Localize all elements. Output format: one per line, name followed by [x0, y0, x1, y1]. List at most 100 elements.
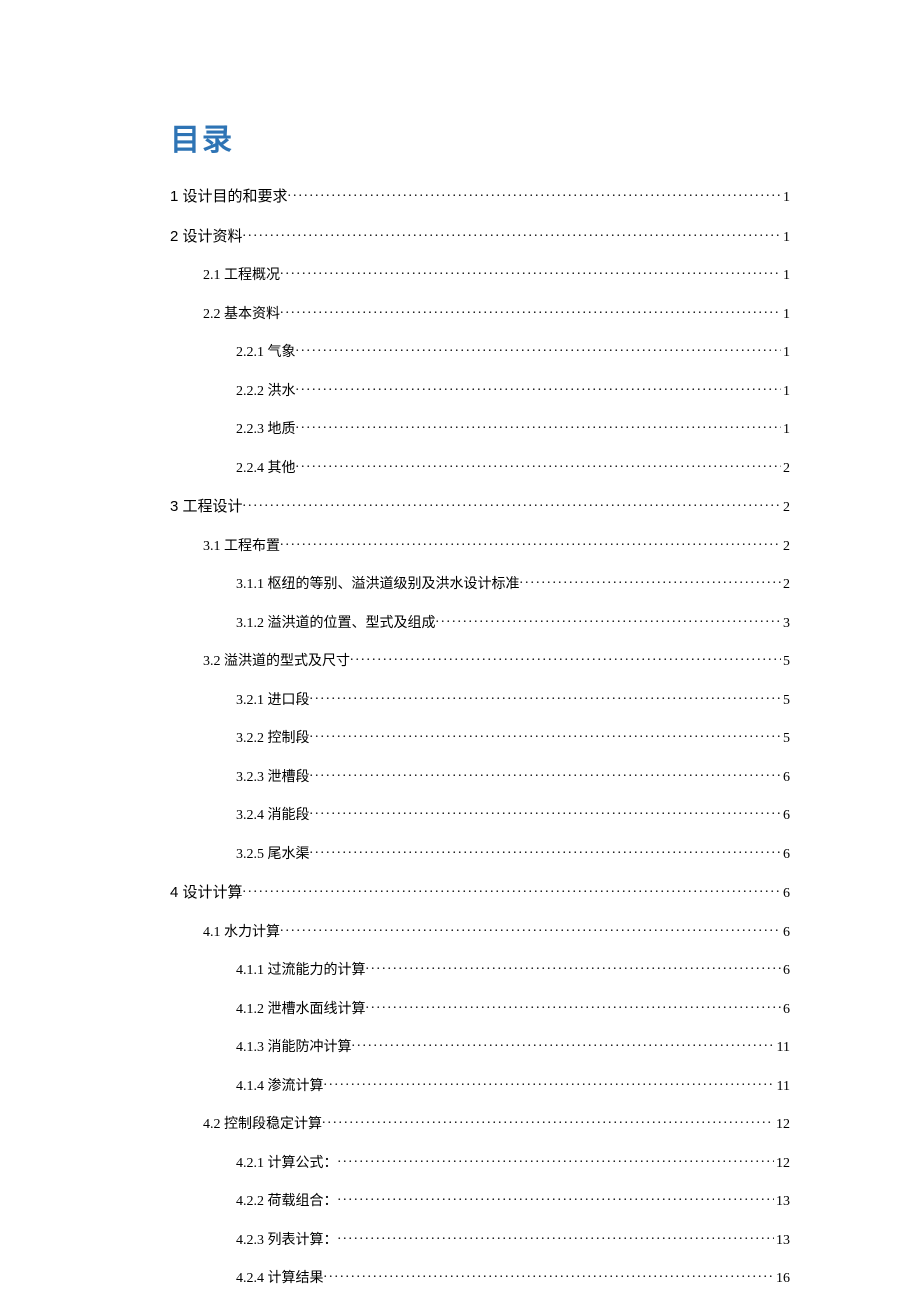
toc-leader-dots: [352, 1036, 775, 1051]
toc-entry-page: 5: [781, 693, 790, 709]
toc-entry-label: 4.2.4 计算结果: [236, 1267, 324, 1287]
toc-entry-label: 3.2.5 尾水渠: [236, 843, 310, 863]
toc-entry-page: 13: [774, 1194, 790, 1210]
toc-entry[interactable]: 4.1 水力计算 6: [170, 921, 790, 941]
toc-leader-dots: [310, 689, 782, 704]
toc-entry[interactable]: 3.1 工程布置 2: [170, 535, 790, 555]
toc-entry-label: 4.2.3 列表计算：: [236, 1229, 338, 1249]
toc-entry-page: 2: [781, 500, 790, 516]
toc-entry-page: 2: [781, 577, 790, 593]
toc-entry[interactable]: 3.1.1 枢纽的等别、溢洪道级别及洪水设计标准 2: [170, 573, 790, 593]
toc-entry-page: 6: [781, 963, 790, 979]
toc-entry[interactable]: 3.2.5 尾水渠 6: [170, 843, 790, 863]
toc-leader-dots: [520, 573, 782, 588]
toc-entry-label: 3.2.4 消能段: [236, 804, 310, 824]
toc-leader-dots: [296, 380, 782, 395]
toc-leader-dots: [243, 882, 781, 897]
toc-entry-label: 2.2.3 地质: [236, 418, 296, 438]
toc-entry-label: 4.1 水力计算: [203, 921, 280, 941]
toc-leader-dots: [310, 766, 782, 781]
toc-leader-dots: [243, 226, 781, 241]
toc-entry[interactable]: 2.2 基本资料1: [170, 303, 790, 323]
toc-leader-dots: [324, 1267, 775, 1282]
toc-entry-label: 4.2.2 荷载组合：: [236, 1190, 338, 1210]
toc-entry-label: 4.1.1 过流能力的计算: [236, 959, 366, 979]
toc-entry-page: 2: [781, 539, 790, 555]
toc-entry[interactable]: 4.2 控制段稳定计算 12: [170, 1113, 790, 1133]
toc-entry-label: 4.1.2 泄槽水面线计算: [236, 998, 366, 1018]
toc-entry-page: 3: [781, 616, 790, 632]
toc-entry-label: 2.2.1 气象: [236, 341, 296, 361]
toc-entry[interactable]: 4.1.3 消能防冲计算 11: [170, 1036, 790, 1056]
toc-entry[interactable]: 3 工程设计 2: [170, 495, 790, 516]
toc-entry-page: 6: [781, 847, 790, 863]
toc-entry[interactable]: 4.1.4 渗流计算 11: [170, 1075, 790, 1095]
toc-entry-label: 3.2 溢洪道的型式及尺寸: [203, 650, 350, 670]
toc-leader-dots: [296, 341, 782, 356]
toc-entry-page: 11: [775, 1040, 790, 1056]
toc-entry-label: 2.2.4 其他: [236, 457, 296, 477]
toc-entry-page: 13: [774, 1233, 790, 1249]
toc-entry[interactable]: 2.2.4 其他2: [170, 457, 790, 477]
toc-entry-label: 3.2.1 进口段: [236, 689, 310, 709]
toc-leader-dots: [338, 1229, 775, 1244]
toc-entry[interactable]: 4.2.2 荷载组合： 13: [170, 1190, 790, 1210]
toc-entry-label: 4.2.1 计算公式：: [236, 1152, 338, 1172]
toc-leader-dots: [338, 1152, 775, 1167]
toc-entry-label: 3.1.2 溢洪道的位置、型式及组成: [236, 612, 436, 632]
toc-entry-page: 1: [781, 345, 790, 361]
toc-leader-dots: [436, 612, 782, 627]
toc-entry-label: 3.1.1 枢纽的等别、溢洪道级别及洪水设计标准: [236, 573, 520, 593]
toc-heading: 目录: [170, 115, 790, 159]
toc-leader-dots: [310, 727, 782, 742]
toc-entry-label: 3.2.2 控制段: [236, 727, 310, 747]
toc-entry-label: 4.2 控制段稳定计算: [203, 1113, 322, 1133]
toc-entry-label: 1 设计目的和要求: [170, 185, 288, 206]
toc-entry[interactable]: 4.2.3 列表计算： 13: [170, 1229, 790, 1249]
toc-entry[interactable]: 3.2.2 控制段 5: [170, 727, 790, 747]
toc-entry-page: 1: [781, 230, 790, 246]
toc-entry[interactable]: 2.2.2 洪水1: [170, 380, 790, 400]
toc-entry[interactable]: 2.2.1 气象 1: [170, 341, 790, 361]
toc-leader-dots: [366, 998, 782, 1013]
toc-leader-dots: [338, 1190, 775, 1205]
toc-entry[interactable]: 3.2.3 泄槽段6: [170, 766, 790, 786]
document-page: 目录 1 设计目的和要求 1 2 设计资料 1 2.1 工程概况1 2.2 基本资料1 2…: [0, 0, 920, 1302]
toc-entry-page: 12: [774, 1117, 790, 1133]
toc-entry-page: 12: [774, 1156, 790, 1172]
toc-entry-page: 11: [775, 1079, 790, 1095]
toc-leader-dots: [243, 496, 781, 511]
toc-entry[interactable]: 4.1.2 泄槽水面线计算 6: [170, 998, 790, 1018]
table-of-contents: 1 设计目的和要求 1 2 设计资料 1 2.1 工程概况1 2.2 基本资料1 2.2.…: [170, 185, 790, 1287]
toc-entry[interactable]: 3.2.4 消能段 6: [170, 804, 790, 824]
toc-entry[interactable]: 3.2.1 进口段 5: [170, 689, 790, 709]
toc-entry-page: 6: [781, 1002, 790, 1018]
toc-entry-page: 6: [781, 770, 790, 786]
toc-entry[interactable]: 2.2.3 地质 1: [170, 418, 790, 438]
toc-entry-label: 2 设计资料: [170, 225, 243, 246]
toc-entry[interactable]: 4.1.1 过流能力的计算 6: [170, 959, 790, 979]
toc-entry-page: 6: [781, 925, 790, 941]
toc-entry[interactable]: 4.2.4 计算结果 16: [170, 1267, 790, 1287]
toc-leader-dots: [324, 1075, 775, 1090]
toc-entry[interactable]: 3.2 溢洪道的型式及尺寸 5: [170, 650, 790, 670]
toc-entry-label: 4.1.3 消能防冲计算: [236, 1036, 352, 1056]
toc-entry-page: 5: [781, 654, 790, 670]
toc-entry-page: 1: [781, 422, 790, 438]
toc-entry[interactable]: 2.1 工程概况1: [170, 264, 790, 284]
toc-entry-label: 3 工程设计: [170, 495, 243, 516]
toc-entry-label: 4 设计计算: [170, 881, 243, 902]
toc-leader-dots: [296, 457, 782, 472]
toc-entry-label: 4.1.4 渗流计算: [236, 1075, 324, 1095]
toc-entry[interactable]: 2 设计资料 1: [170, 225, 790, 246]
toc-leader-dots: [288, 186, 781, 201]
toc-entry-label: 3.1 工程布置: [203, 535, 280, 555]
toc-entry[interactable]: 4 设计计算 6: [170, 881, 790, 902]
toc-entry[interactable]: 4.2.1 计算公式： 12: [170, 1152, 790, 1172]
toc-leader-dots: [350, 650, 781, 665]
toc-entry-page: 5: [781, 731, 790, 747]
toc-leader-dots: [310, 843, 782, 858]
toc-entry[interactable]: 1 设计目的和要求 1: [170, 185, 790, 206]
toc-entry[interactable]: 3.1.2 溢洪道的位置、型式及组成 3: [170, 612, 790, 632]
toc-entry-label: 2.2.2 洪水: [236, 380, 296, 400]
